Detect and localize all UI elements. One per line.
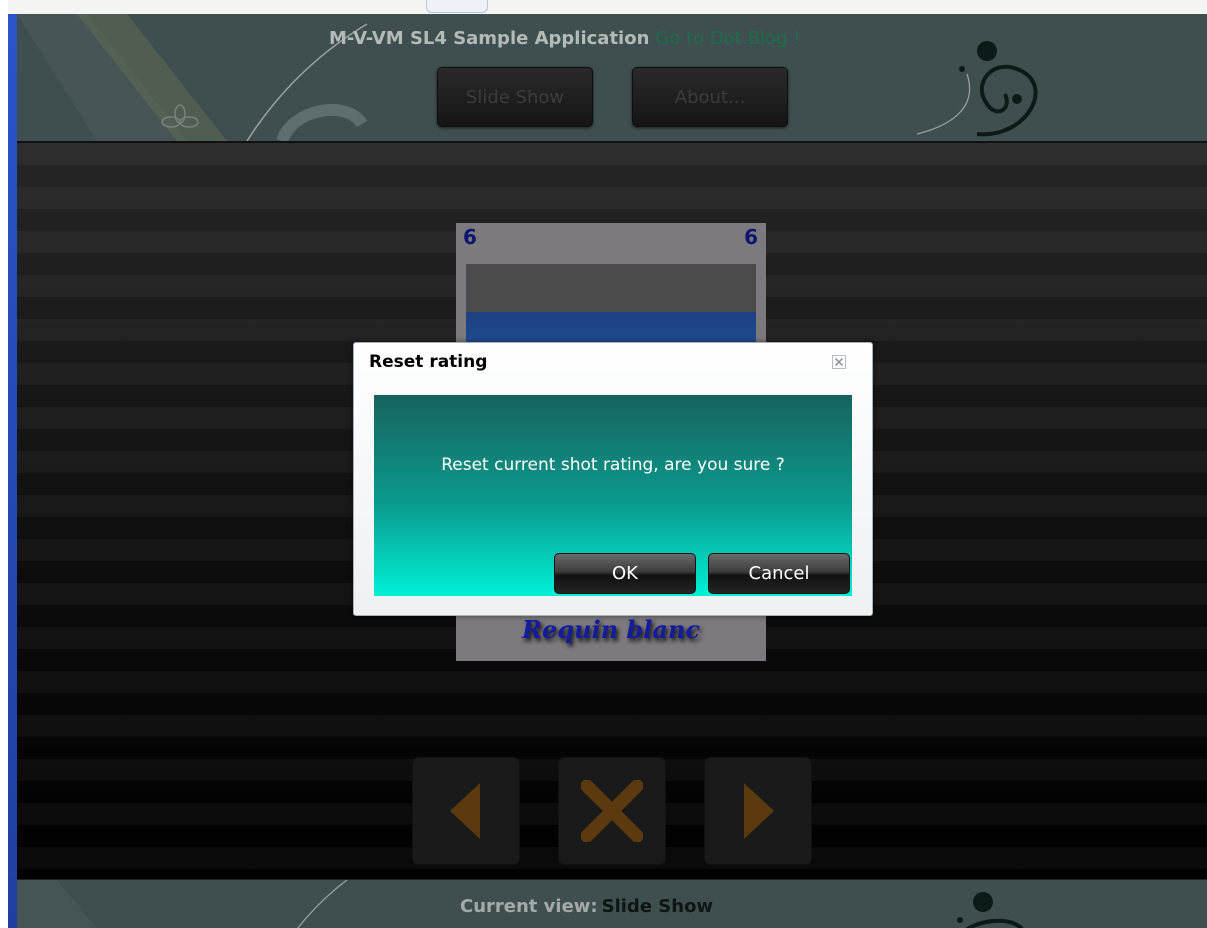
dot-blog-link[interactable]: Go to Dot.Blog ! [655,28,800,49]
dialog-title: Reset rating [369,352,488,372]
previous-button[interactable] [412,757,520,865]
close-x-icon [581,780,643,842]
app-footer: Current view: Slide Show [17,879,1207,928]
next-button[interactable] [704,757,812,865]
delete-button[interactable] [558,757,666,865]
browser-tab-stub[interactable] [426,0,488,13]
window-left-edge [0,0,8,928]
photo-index-right: 6 [744,225,758,249]
dialog-message: Reset current shot rating, are you sure … [441,455,785,475]
dialog-body: Reset current shot rating, are you sure … [374,395,852,596]
current-view-status: Current view: Slide Show [460,896,713,917]
reset-rating-dialog: Reset rating Reset current shot rating, … [353,342,873,616]
window-left-border [8,14,17,928]
current-view-value: Slide Show [601,896,714,917]
app-header: M-V-VM SL4 Sample Application Go to Dot.B… [17,14,1207,143]
dialog-close-icon[interactable] [832,355,846,369]
ok-button[interactable]: OK [554,553,696,594]
about-button[interactable]: About... [632,67,788,127]
current-view-label: Current view: [460,896,598,917]
browser-topbar [0,0,1207,15]
slide-show-button[interactable]: Slide Show [437,67,593,127]
next-arrow-icon [744,783,774,839]
app-title: M-V-VM SL4 Sample Application [329,28,650,49]
photo-caption: Requin blanc [522,615,700,644]
previous-arrow-icon [450,783,480,839]
app-title-line: M-V-VM SL4 Sample Application Go to Dot.B… [329,28,800,49]
cancel-button[interactable]: Cancel [708,553,850,594]
photo-index-left: 6 [463,225,477,249]
